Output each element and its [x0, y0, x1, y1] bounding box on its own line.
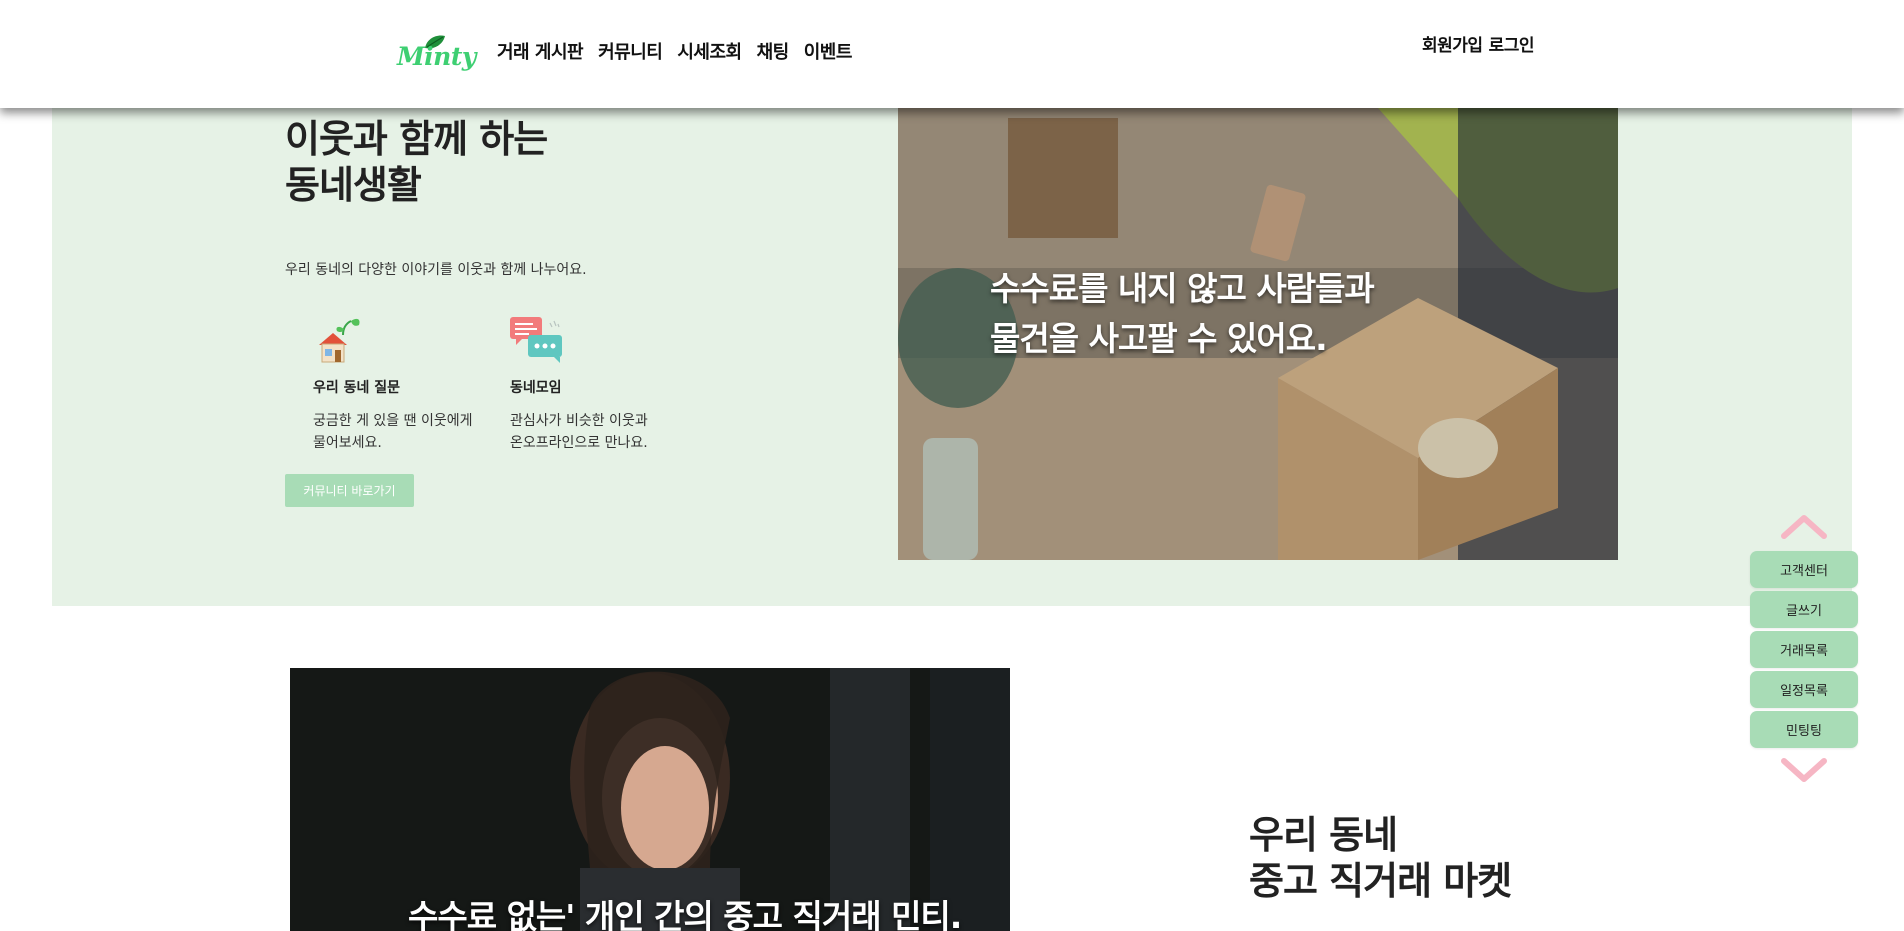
- login-link[interactable]: 로그인: [1489, 31, 1535, 56]
- feature-desc-line1: 관심사가 비슷한 이웃과: [510, 413, 648, 429]
- feature-desc: 궁금한 게 있을 땐 이웃에게 물어보세요.: [313, 410, 503, 454]
- site-logo[interactable]: Minty: [395, 34, 476, 74]
- hero-title-line2: 동네생활: [285, 163, 422, 207]
- market-promo-image: 수수료 없는' 개인 간의 중고 직거래 민티.: [290, 668, 1010, 931]
- write-post-button[interactable]: 글쓰기: [1750, 591, 1858, 628]
- schedule-list-button[interactable]: 일정목록: [1750, 671, 1858, 708]
- hero-image-caption-line2: 물건을 사고팔 수 있어요.: [990, 319, 1328, 358]
- hero-title-line1: 이웃과 함께 하는: [285, 117, 548, 161]
- quick-menu: 고객센터 글쓰기 거래목록 일정목록 민팅팅: [1750, 512, 1858, 783]
- feature-desc-line2: 온오프라인으로 만나요.: [510, 435, 648, 451]
- hero-image-caption: 수수료를 내지 않고 사람들과 물건을 사고팔 수 있어요.: [990, 264, 1375, 364]
- feature-desc: 관심사가 비슷한 이웃과 온오프라인으로 만나요.: [510, 410, 700, 454]
- community-shortcut-button[interactable]: 커뮤니티 바로가기: [285, 474, 414, 507]
- customer-center-button[interactable]: 고객센터: [1750, 551, 1858, 588]
- nav-event[interactable]: 이벤트: [804, 38, 853, 64]
- nav-price-check[interactable]: 시세조회: [677, 38, 742, 64]
- hero-title: 이웃과 함께 하는 동네생활: [285, 116, 548, 208]
- feature-desc-line1: 궁금한 게 있을 땐 이웃에게: [313, 413, 473, 429]
- chevron-up-icon[interactable]: [1780, 512, 1828, 540]
- trade-list-button[interactable]: 거래목록: [1750, 631, 1858, 668]
- nav-chat[interactable]: 채팅: [757, 38, 790, 64]
- feature-title: 동네모임: [510, 380, 562, 396]
- hero-image: 수수료를 내지 않고 사람들과 물건을 사고팔 수 있어요.: [898, 108, 1618, 560]
- chevron-down-icon[interactable]: [1780, 755, 1828, 783]
- feature-neighborhood-question: 우리 동네 질문 궁금한 게 있을 땐 이웃에게 물어보세요.: [313, 315, 503, 454]
- market-title-line1: 우리 동네: [1249, 813, 1398, 857]
- market-promo-caption: 수수료 없는' 개인 간의 중고 직거래 민티.: [408, 897, 962, 931]
- hero-description: 우리 동네의 다양한 이야기를 이웃과 함께 나누어요.: [285, 262, 587, 278]
- house-sprout-icon: [319, 318, 360, 363]
- feature-desc-line2: 물어보세요.: [313, 435, 382, 451]
- market-section-title: 우리 동네 중고 직거래 마켓: [1249, 812, 1512, 904]
- market-title-line2: 중고 직거래 마켓: [1249, 859, 1512, 903]
- nav-trade-board[interactable]: 거래 게시판: [497, 38, 584, 64]
- nav-community[interactable]: 커뮤니티: [598, 38, 663, 64]
- main-nav: 거래 게시판 커뮤니티 시세조회 채팅 이벤트: [497, 38, 867, 64]
- feature-title: 우리 동네 질문: [313, 380, 401, 396]
- hero-image-caption-line1: 수수료를 내지 않고 사람들과: [990, 269, 1375, 308]
- chat-bubbles-icon: [510, 317, 562, 363]
- auth-links: 회원가입 로그인: [1422, 31, 1534, 56]
- signup-link[interactable]: 회원가입: [1422, 31, 1483, 56]
- logo-text: Minty: [397, 42, 476, 71]
- site-header: Minty 거래 게시판 커뮤니티 시세조회 채팅 이벤트 회원가입 로그인: [0, 0, 1904, 108]
- minting-button[interactable]: 민팅팅: [1750, 711, 1858, 748]
- feature-neighborhood-meetup: 동네모임 관심사가 비슷한 이웃과 온오프라인으로 만나요.: [510, 315, 700, 454]
